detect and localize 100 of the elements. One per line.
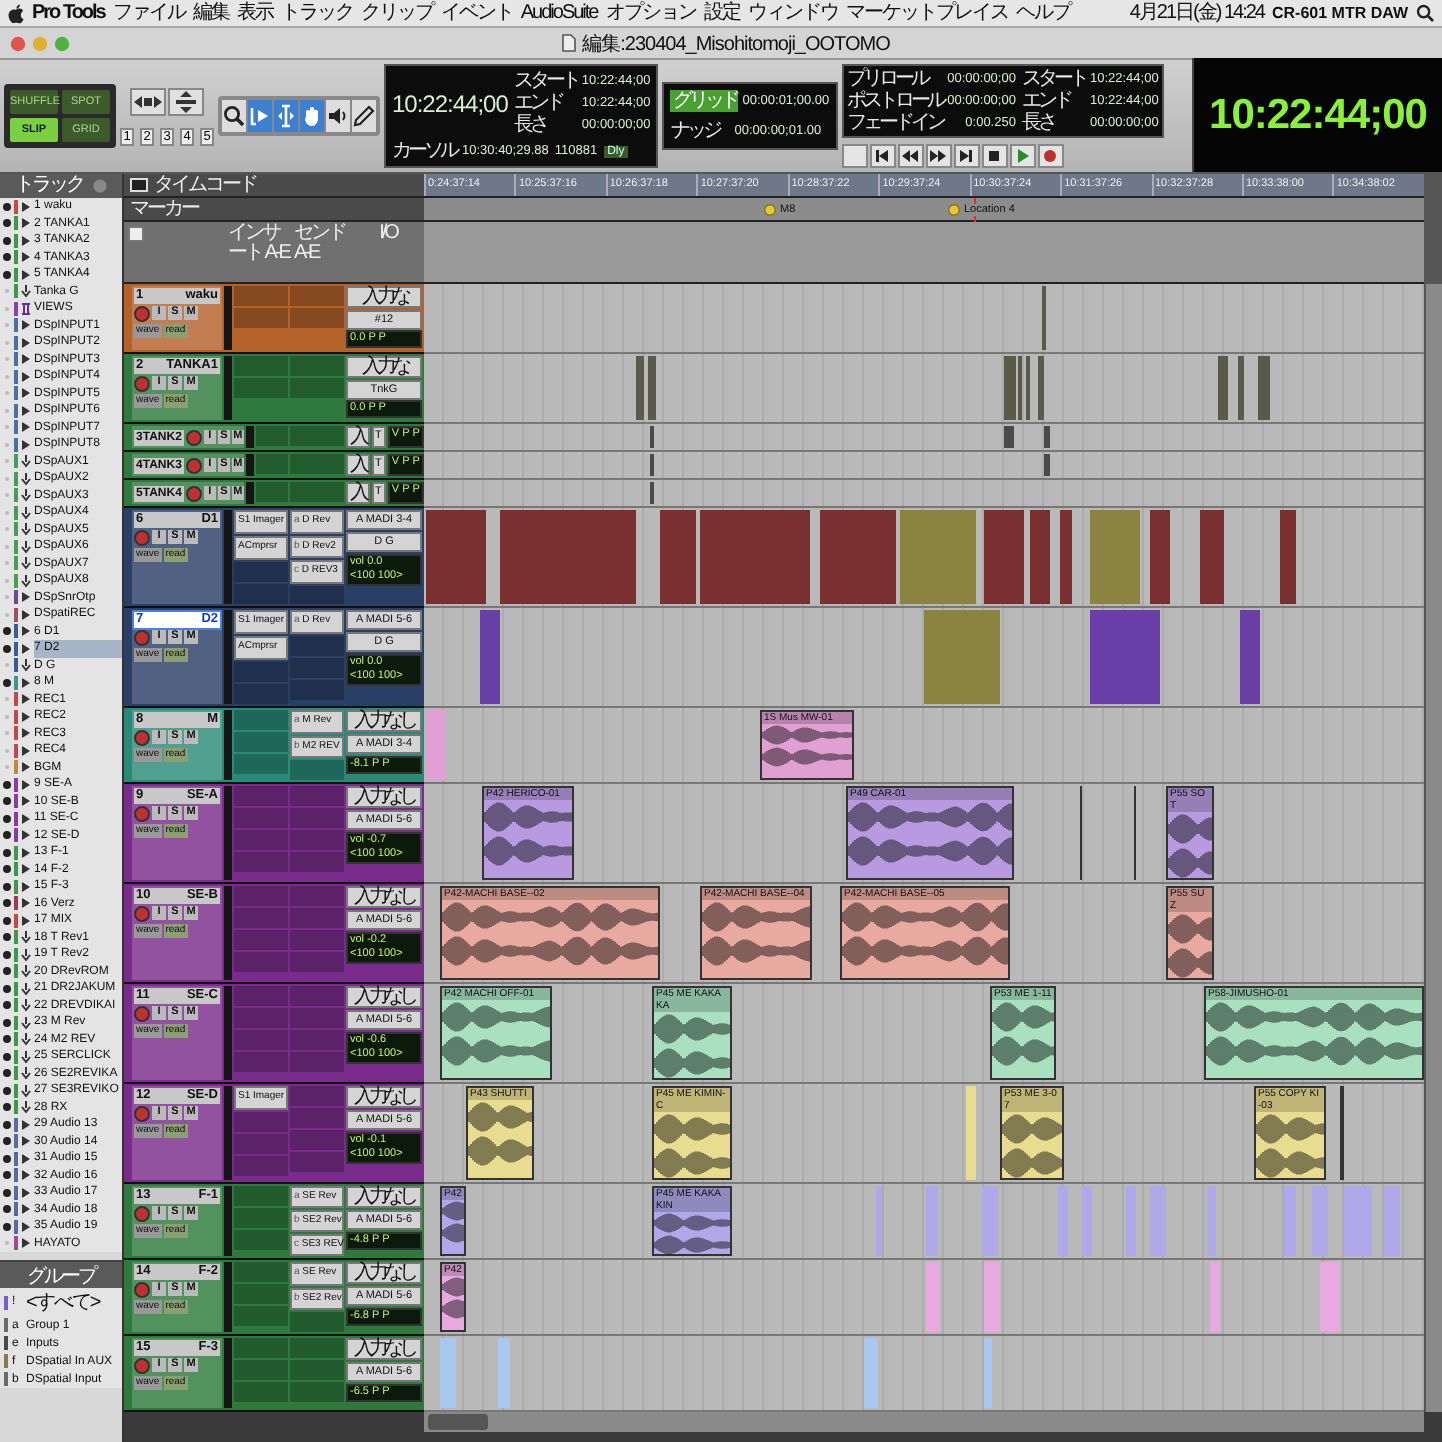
visibility-dot[interactable]	[2, 1119, 12, 1130]
visibility-dot[interactable]	[2, 898, 12, 909]
menu-item[interactable]: 設定	[703, 0, 740, 26]
record-button[interactable]	[1037, 144, 1064, 168]
visibility-dot[interactable]	[2, 592, 12, 603]
visibility-dot[interactable]	[2, 1017, 12, 1028]
visibility-dot[interactable]	[2, 1170, 12, 1181]
visibility-dot[interactable]	[2, 558, 12, 569]
visibility-dot[interactable]	[2, 932, 12, 943]
io-selector[interactable]: 入	[346, 454, 369, 476]
rewind-button[interactable]	[897, 144, 924, 168]
record-enable-button[interactable]	[134, 806, 150, 822]
visibility-dot[interactable]	[2, 337, 12, 348]
visibility-dot[interactable]	[2, 439, 12, 450]
record-enable-button[interactable]	[134, 1206, 150, 1222]
record-enable-button[interactable]	[134, 906, 150, 922]
horizontal-scrollbar[interactable]	[424, 1412, 1424, 1432]
visibility-dot[interactable]	[2, 660, 12, 671]
visibility-dot[interactable]	[2, 473, 12, 484]
empty-insert-slot[interactable]	[234, 754, 288, 774]
visibility-dot[interactable]	[2, 252, 12, 263]
visibility-dot[interactable]	[2, 320, 12, 331]
visibility-dot[interactable]	[2, 201, 12, 212]
fast-forward-button[interactable]	[925, 144, 952, 168]
record-enable-button[interactable]	[134, 1282, 150, 1298]
visibility-dot[interactable]	[2, 524, 12, 535]
visibility-dot[interactable]	[2, 1034, 12, 1045]
vertical-scrollbar[interactable]	[1424, 284, 1442, 1412]
visibility-dot[interactable]	[2, 371, 12, 382]
visibility-dot[interactable]	[2, 711, 12, 722]
io-selector[interactable]: 入力なし	[346, 710, 422, 732]
visibility-dot[interactable]	[2, 728, 12, 739]
visibility-dot[interactable]	[2, 354, 12, 365]
menu-item[interactable]: ファイル	[112, 0, 185, 26]
visibility-dot[interactable]	[2, 762, 12, 773]
record-enable-button[interactable]	[134, 1006, 150, 1022]
visibility-dot[interactable]	[2, 847, 12, 858]
pencil-tool-button[interactable]	[352, 100, 376, 132]
menu-item[interactable]: 表示	[236, 0, 273, 26]
menu-item[interactable]: Pro Tools	[32, 0, 105, 26]
visibility-dot[interactable]	[2, 881, 12, 892]
visibility-dot[interactable]	[2, 1068, 12, 1079]
visibility-dot[interactable]	[2, 575, 12, 586]
visibility-dot[interactable]	[2, 422, 12, 433]
menu-item[interactable]: イベント	[440, 0, 513, 26]
stop-button[interactable]	[981, 144, 1008, 168]
visibility-dot[interactable]	[2, 694, 12, 705]
io-selector[interactable]: 入力なし	[346, 1262, 422, 1284]
menu-item[interactable]: ウィンドウ	[747, 0, 838, 26]
visibility-dot[interactable]	[2, 626, 12, 637]
visibility-dot[interactable]	[2, 1238, 12, 1249]
marker-icon[interactable]	[764, 204, 776, 216]
visibility-dot[interactable]	[2, 813, 12, 824]
visibility-dot[interactable]	[2, 1051, 12, 1062]
menu-item[interactable]: クリップ	[360, 0, 433, 26]
io-selector[interactable]: 入力なし	[346, 986, 422, 1008]
io-selector[interactable]: 入力なし	[346, 1086, 422, 1108]
visibility-dot[interactable]	[2, 269, 12, 280]
user-name[interactable]: CR-601 MTR DAW	[1271, 0, 1408, 26]
zoom-tool-button[interactable]	[222, 100, 246, 132]
record-enable-button[interactable]	[134, 630, 150, 646]
visibility-dot[interactable]	[2, 966, 12, 977]
empty-insert-slot[interactable]	[234, 1230, 288, 1250]
io-selector[interactable]: 入力なし	[346, 1186, 422, 1208]
visibility-dot[interactable]	[2, 490, 12, 501]
io-selector[interactable]: 入力な	[346, 286, 422, 308]
visibility-dot[interactable]	[2, 779, 12, 790]
scrubber-tool-button[interactable]	[326, 100, 350, 132]
visibility-dot[interactable]	[2, 1085, 12, 1096]
visibility-dot[interactable]	[2, 1187, 12, 1198]
visibility-dot[interactable]	[2, 983, 12, 994]
visibility-dot[interactable]	[2, 456, 12, 467]
visibility-dot[interactable]	[2, 286, 12, 297]
io-selector[interactable]: 入力なし	[346, 786, 422, 808]
record-enable-button[interactable]	[134, 1106, 150, 1122]
visibility-dot[interactable]	[2, 609, 12, 620]
selector-tool-button[interactable]	[274, 100, 298, 132]
grabber-tool-button[interactable]	[300, 100, 324, 132]
options-icon[interactable]	[91, 178, 107, 194]
record-enable-button[interactable]	[134, 1358, 150, 1374]
io-selector[interactable]: 入力なし	[346, 1338, 422, 1360]
visibility-dot[interactable]	[2, 745, 12, 756]
io-selector[interactable]: 入力な	[346, 356, 422, 378]
marker-icon[interactable]	[948, 204, 960, 216]
io-selector[interactable]: 入力なし	[346, 886, 422, 908]
record-enable-button[interactable]	[134, 376, 150, 392]
search-icon[interactable]	[1416, 4, 1434, 22]
visibility-dot[interactable]	[2, 405, 12, 416]
scrollbar-thumb[interactable]	[428, 1414, 488, 1430]
return-to-zero-button[interactable]	[869, 144, 896, 168]
menu-item[interactable]: マーケットプレイス	[845, 0, 1008, 26]
record-enable-button[interactable]	[134, 730, 150, 746]
visibility-dot[interactable]	[2, 949, 12, 960]
record-enable-button[interactable]	[134, 530, 150, 546]
visibility-dot[interactable]	[2, 1102, 12, 1113]
visibility-dot[interactable]	[2, 235, 12, 246]
visibility-dot[interactable]	[2, 915, 12, 926]
menu-item[interactable]: AudioSuite	[520, 0, 598, 26]
visibility-dot[interactable]	[2, 218, 12, 229]
visibility-dot[interactable]	[2, 796, 12, 807]
